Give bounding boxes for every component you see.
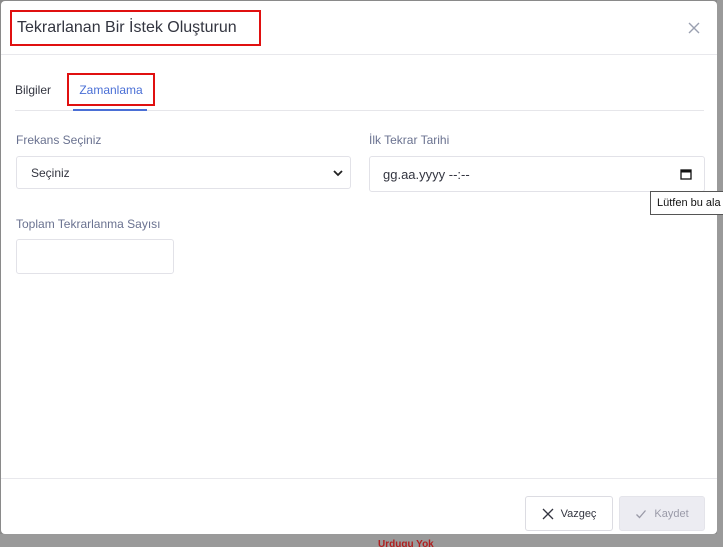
first-date-label: İlk Tekrar Tarihi: [369, 133, 450, 147]
modal-footer: Vazgeç Kaydet: [1, 478, 717, 534]
save-button[interactable]: Kaydet: [619, 496, 705, 531]
recurring-request-modal: Tekrarlanan Bir İstek Oluşturun Bilgiler…: [1, 1, 717, 534]
close-button[interactable]: [685, 19, 703, 37]
cancel-button[interactable]: Vazgeç: [525, 496, 613, 531]
chevron-down-icon: [333, 170, 343, 177]
modal-title-text: Tekrarlanan Bir İstek Oluşturun: [17, 19, 237, 36]
close-icon: [688, 22, 700, 34]
tab-bar: Bilgiler Zamanlama: [15, 73, 704, 111]
active-tab-indicator: [73, 109, 147, 111]
page-backdrop-bottom: [0, 534, 723, 547]
tab-schedule-label: Zamanlama: [79, 82, 143, 97]
frequency-label: Frekans Seçiniz: [16, 133, 102, 147]
page-backdrop-right: [717, 0, 723, 547]
frequency-select-value: Seçiniz: [31, 165, 70, 180]
tab-schedule[interactable]: Zamanlama: [67, 73, 155, 106]
total-count-label: Toplam Tekrarlanma Sayısı: [16, 217, 161, 231]
frequency-select[interactable]: Seçiniz: [16, 156, 351, 189]
cancel-button-label: Vazgeç: [560, 507, 597, 520]
total-count-input[interactable]: [16, 239, 174, 274]
first-date-input[interactable]: gg.aa.yyyy --:--: [369, 156, 705, 192]
tab-info-label: Bilgiler: [15, 82, 52, 97]
close-icon: [542, 508, 554, 519]
calendar-icon[interactable]: [680, 168, 692, 180]
save-button-label: Kaydet: [654, 507, 689, 520]
first-date-value: gg.aa.yyyy --:--: [383, 166, 470, 182]
validation-tooltip-text: Lütfen bu ala: [657, 197, 721, 209]
modal-title: Tekrarlanan Bir İstek Oluşturun: [10, 10, 261, 46]
backdrop-text: Urdugu Yok: [378, 539, 434, 547]
tab-info[interactable]: Bilgiler: [15, 73, 65, 106]
validation-tooltip: Lütfen bu ala: [650, 191, 723, 215]
check-icon: [636, 509, 647, 518]
modal-header: Tekrarlanan Bir İstek Oluşturun: [1, 1, 717, 55]
